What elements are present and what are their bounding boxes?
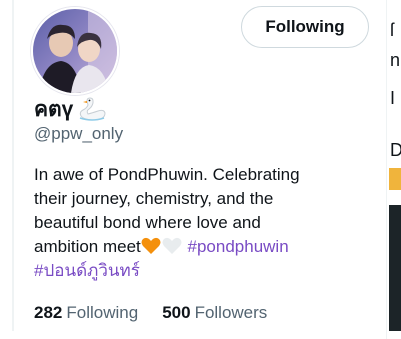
clipped-text-4: D: [390, 140, 401, 160]
followers-stat-label: Followers: [194, 303, 268, 322]
profile-handle[interactable]: @ppw_only: [34, 124, 123, 144]
bio-line-4-text: ambition meet: [34, 237, 141, 256]
clipped-image-strip-1: [389, 168, 401, 190]
following-stat-label: Following: [66, 303, 139, 322]
clipped-text-2: n: [390, 50, 401, 70]
bio-line-4: ambition meet #pondphuwin: [34, 235, 379, 259]
hashtag-thai[interactable]: #ปอนด์ภูวินทร์: [34, 261, 140, 280]
following-stat[interactable]: 282 Following: [34, 303, 138, 323]
white-heart-icon: [162, 237, 182, 255]
profile-stats: 282 Following 500 Followers: [34, 303, 267, 323]
avatar-photo: [33, 9, 117, 93]
profile-avatar[interactable]: [31, 7, 119, 95]
display-name: คตү: [34, 97, 74, 121]
clipped-text-1: ſ: [390, 20, 394, 40]
bio-line-3: beautiful bond where love and: [34, 213, 261, 232]
bio-line-2: their journey, chemistry, and the: [34, 189, 274, 208]
bio-line-5: #ปอนด์ภูวินทร์: [34, 259, 379, 283]
followers-stat[interactable]: 500 Followers: [162, 303, 267, 323]
swan-icon: [78, 97, 106, 121]
profile-bio: In awe of PondPhuwin. Celebrating their …: [34, 163, 379, 283]
background-content-clipped: ſ n I D: [389, 0, 401, 339]
clipped-text-3: I: [390, 88, 396, 108]
clipped-image-strip-2: [389, 205, 401, 331]
followers-count: 500: [162, 303, 191, 322]
display-name-row[interactable]: คตү: [34, 95, 106, 123]
following-button[interactable]: Following: [241, 6, 369, 48]
right-divider: [386, 0, 387, 339]
hashtag-pondphuwin[interactable]: #pondphuwin: [188, 237, 289, 256]
following-button-label: Following: [265, 17, 345, 36]
profile-hover-card-view: Following คตү @ppw_only In awe of PondPh…: [0, 0, 401, 339]
bio-line-1: In awe of PondPhuwin. Celebrating: [34, 165, 300, 184]
following-count: 282: [34, 303, 63, 322]
orange-heart-icon: [141, 237, 161, 255]
